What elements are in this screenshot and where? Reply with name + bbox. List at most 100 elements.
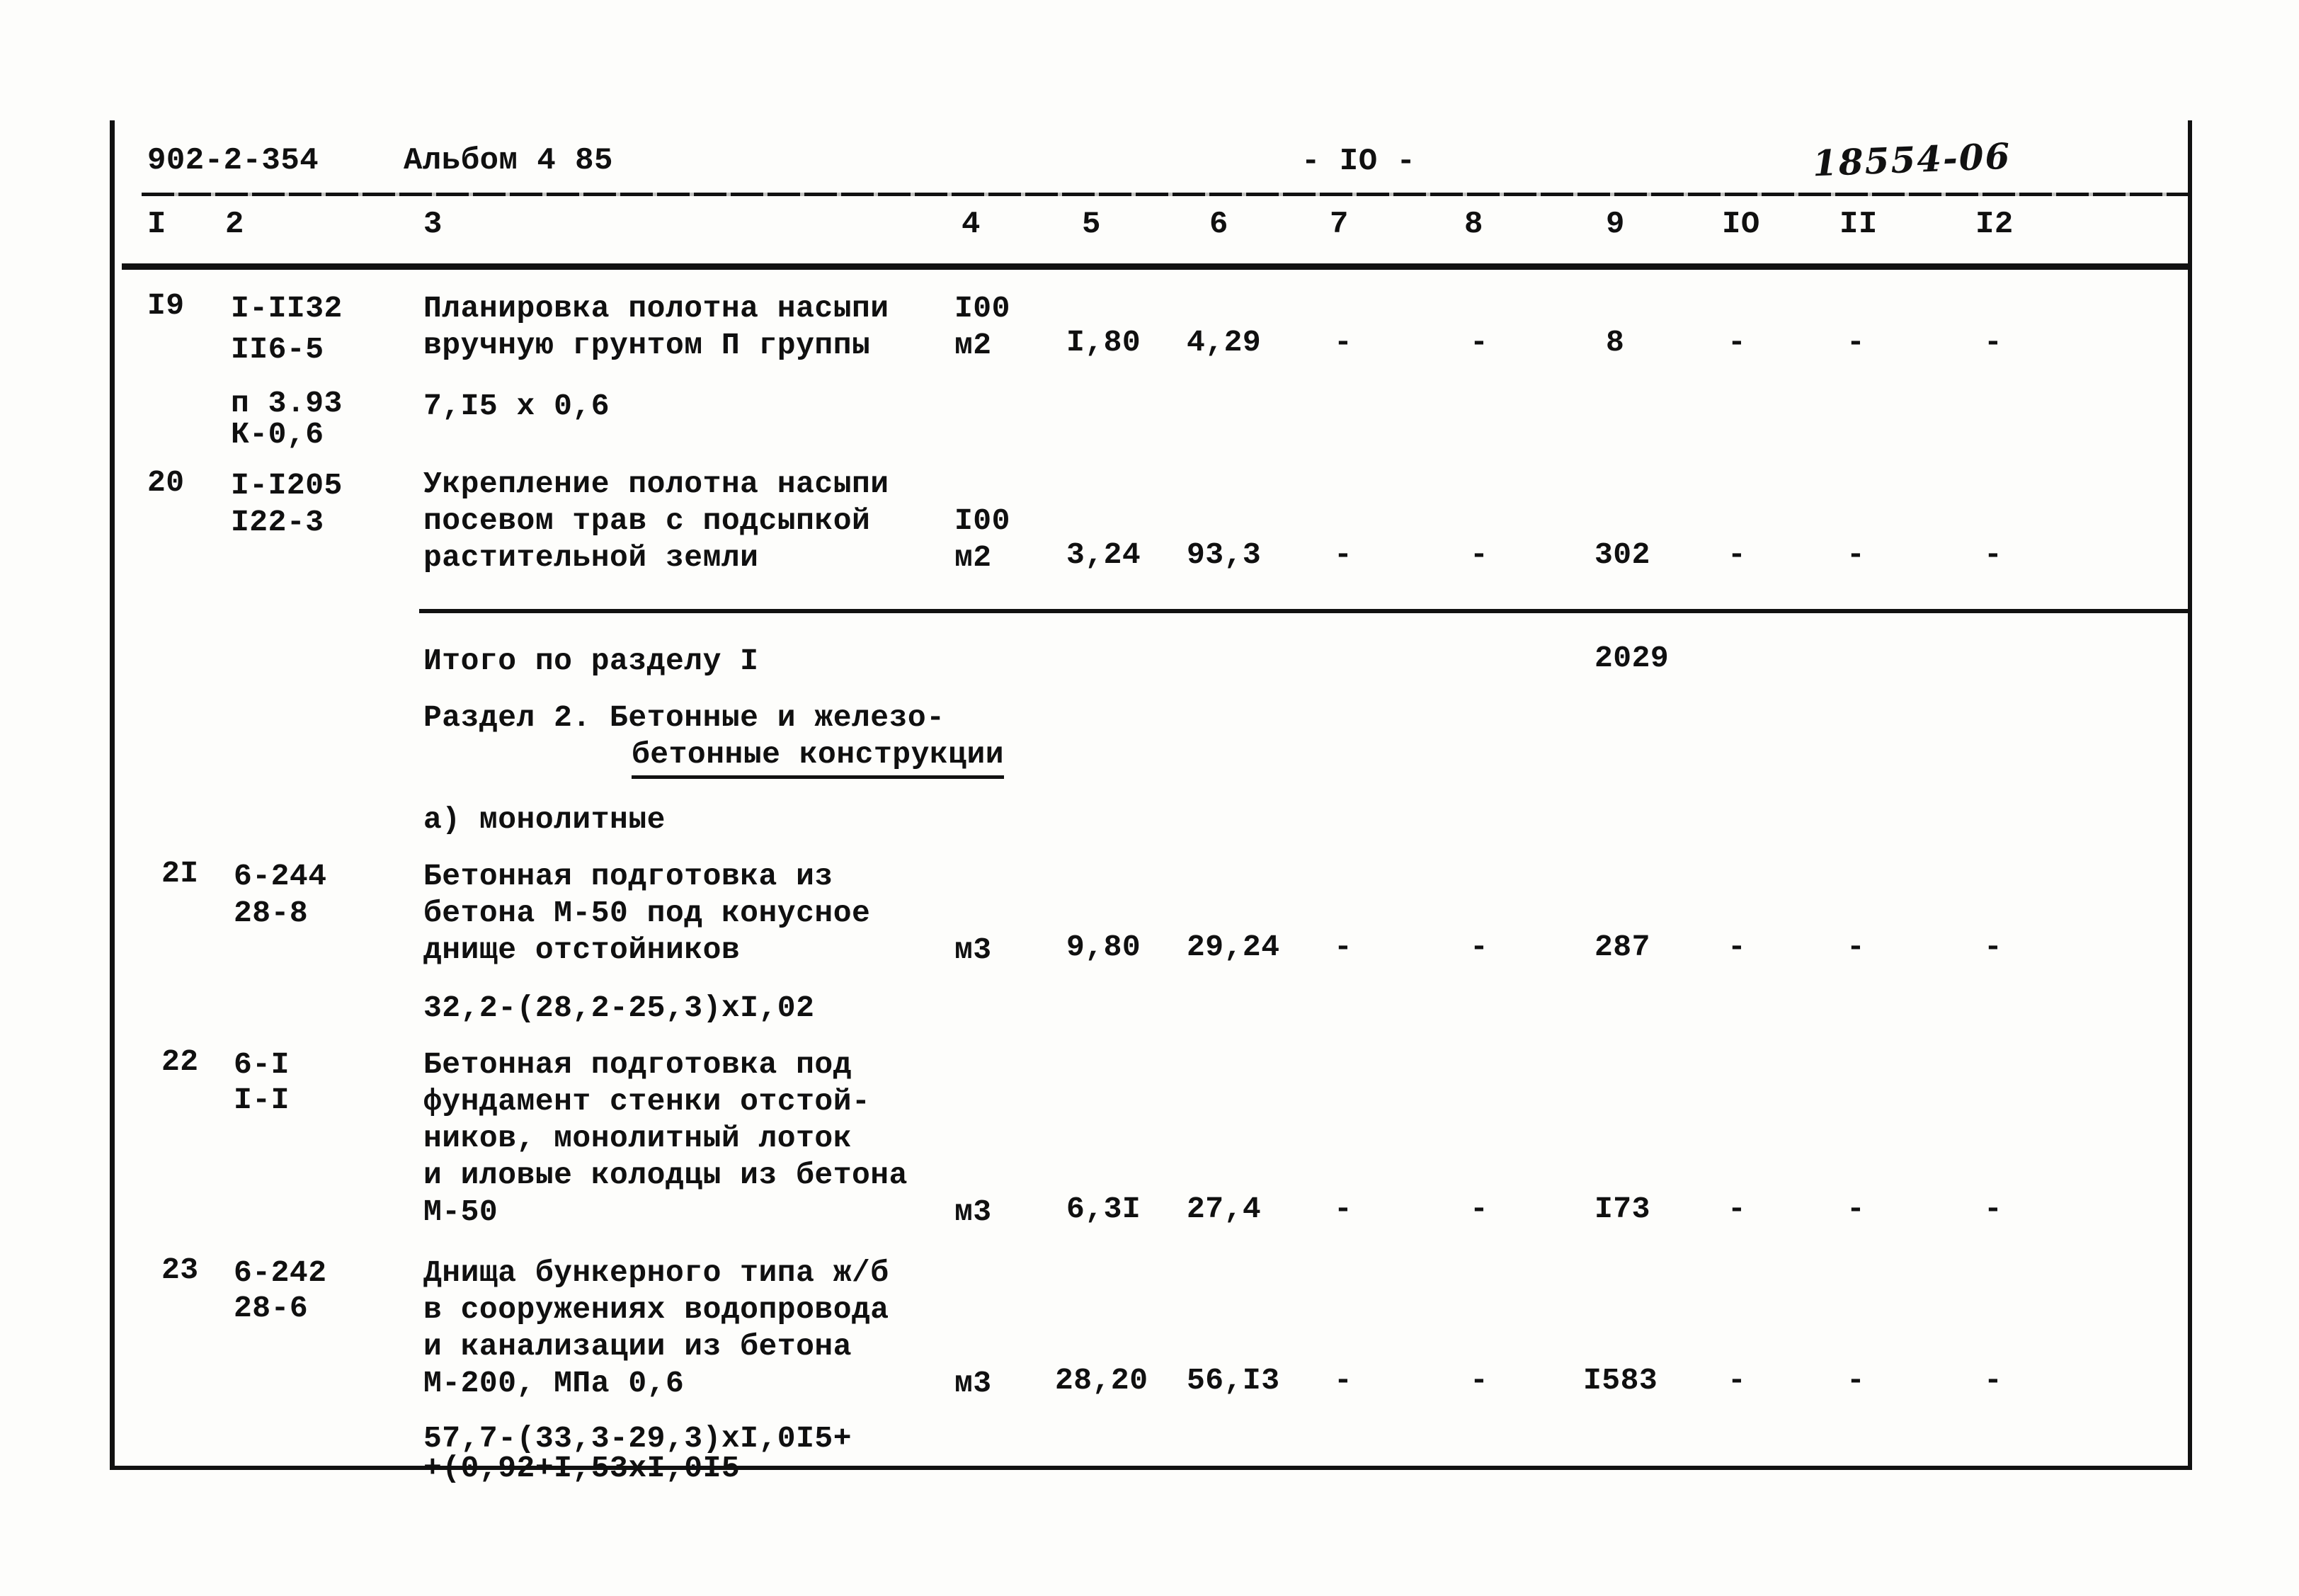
row-unit-measure: м2 (954, 328, 992, 363)
row-description-line-1: Днища бункерного типа ж/б (423, 1255, 889, 1290)
row-col9-value: 302 (1595, 537, 1650, 572)
row-description-line-5: М-50 (423, 1195, 498, 1229)
column-number-2: 2 (225, 207, 244, 242)
row-code-secondary: I22-3 (231, 505, 324, 540)
album-label: Альбом 4 85 (404, 143, 613, 178)
column-number-4: 4 (962, 207, 981, 242)
row-description-line-2: посевом трав с подсыпкой (423, 503, 871, 538)
row-description-line-1: Бетонная подготовка под (423, 1047, 852, 1082)
row-unit-measure: м3 (954, 1195, 992, 1229)
row-col12-value: - (1984, 325, 2003, 360)
row-description-line-3: и канализации из бетона (423, 1329, 852, 1364)
row-col10-value: - (1728, 1363, 1747, 1398)
row-col5-value: 6,3I (1066, 1192, 1141, 1226)
row-description-line-1: Бетонная подготовка из (423, 859, 833, 894)
row-col8-value: - (1470, 537, 1489, 572)
row-col11-value: - (1847, 1363, 1866, 1398)
row-col12-value: - (1984, 1363, 2003, 1398)
column-header-divider-rule (122, 263, 2188, 270)
row-col8-value: - (1470, 1192, 1489, 1226)
row-col6-value: 56,I3 (1187, 1363, 1280, 1398)
row-col7-value: - (1334, 930, 1353, 964)
column-number-6: 6 (1209, 207, 1228, 242)
page-frame-left-border (110, 120, 115, 1469)
row-code-secondary: 28-6 (234, 1291, 309, 1326)
row-description-line-3: ников, монолитный лоток (423, 1121, 852, 1156)
row-col12-value: - (1984, 1192, 2003, 1226)
row-number: 22 (161, 1044, 199, 1079)
column-number-3: 3 (423, 207, 443, 242)
row-unit-quantity: I00 (954, 503, 1010, 538)
row-code-primary: 6-244 (234, 859, 327, 894)
row-code-primary: I-I205 (231, 468, 343, 503)
row-description-line-2: вручную грунтом П группы (423, 328, 871, 363)
row-col6-value: 93,3 (1187, 537, 1262, 572)
row-code-primary: I-II32 (231, 291, 343, 326)
row-formula-line-1: 32,2-(28,2-25,3)хI,02 (423, 991, 815, 1025)
row-description-line-3: днище отстойников (423, 933, 741, 967)
row-number: 23 (161, 1253, 199, 1287)
row-code-secondary: II6-5 (231, 332, 324, 367)
row-unit-quantity: I00 (954, 291, 1010, 326)
row-col9-value: I583 (1583, 1363, 1658, 1398)
row-col10-value: - (1728, 537, 1747, 572)
column-number-1: I (147, 207, 166, 242)
row-col5-value: 9,80 (1066, 930, 1141, 964)
section-total-value: 2029 (1595, 641, 1670, 676)
subsection-label: а) монолитные (423, 802, 666, 837)
page-number: - IO - (1301, 144, 1416, 179)
row-col10-value: - (1728, 325, 1747, 360)
row-col5-value: I,80 (1066, 325, 1141, 360)
column-number-8: 8 (1464, 207, 1483, 242)
row-description-line-4: и иловые колодцы из бетона (423, 1158, 908, 1192)
row-code-secondary: 28-8 (234, 896, 309, 930)
column-number-5: 5 (1082, 207, 1101, 242)
row-col5-value: 3,24 (1066, 537, 1141, 572)
row-description-line-1: Укрепление полотна насыпи (423, 467, 889, 501)
row-description-line-2: фундамент стенки отстой- (423, 1084, 871, 1119)
column-number-11: II (1839, 207, 1878, 242)
row-description-line-1: Планировка полотна насыпи (423, 291, 889, 326)
column-number-9: 9 (1606, 207, 1625, 242)
row-unit-measure: м3 (954, 933, 992, 967)
section-divider-rule (419, 609, 2188, 613)
row-unit-measure: м3 (954, 1366, 992, 1401)
row-code-primary: 6-I (234, 1047, 290, 1082)
row-col12-value: - (1984, 537, 2003, 572)
row-col9-value: I73 (1595, 1192, 1650, 1226)
column-number-12: I2 (1975, 207, 2014, 242)
row-col11-value: - (1847, 930, 1866, 964)
document-page: 902-2-354 Альбом 4 85 - IO - 18554-06 I … (0, 0, 2299, 1596)
row-number: 20 (147, 465, 185, 500)
row-col8-value: - (1470, 325, 1489, 360)
header-divider-rule (142, 193, 2188, 196)
row-formula-line-2: +(0,92+I,53хI,0I5 (423, 1451, 741, 1486)
column-number-7: 7 (1330, 207, 1349, 242)
row-number: I9 (147, 288, 185, 323)
section-total-label: Итого по разделу I (423, 644, 759, 678)
row-col7-value: - (1334, 1192, 1353, 1226)
row-description-line-3: растительной земли (423, 540, 759, 575)
row-number: 2I (161, 856, 199, 891)
row-col9-value: 287 (1595, 930, 1650, 964)
row-col8-value: - (1470, 1363, 1489, 1398)
row-col11-value: - (1847, 1192, 1866, 1226)
row-col7-value: - (1334, 1363, 1353, 1398)
row-col5-value: 28,20 (1055, 1363, 1148, 1398)
row-col11-value: - (1847, 537, 1866, 572)
column-number-10: IO (1722, 207, 1760, 242)
section-title-line-1: Раздел 2. Бетонные и железо- (423, 700, 945, 735)
row-col10-value: - (1728, 1192, 1747, 1226)
row-col8-value: - (1470, 930, 1489, 964)
archive-stamp: 18554-06 (1811, 135, 2012, 185)
row-description-line-2: бетона М-50 под конусное (423, 896, 871, 930)
row-description-line-2: в сооружениях водопровода (423, 1292, 889, 1327)
project-code: 902-2-354 (147, 143, 319, 178)
row-col7-value: - (1334, 537, 1353, 572)
row-col6-value: 29,24 (1187, 930, 1280, 964)
page-frame-right-border (2188, 120, 2192, 1469)
row-formula-line-1: 7,I5 х 0,6 (423, 389, 610, 423)
row-col6-value: 4,29 (1187, 325, 1262, 360)
page-frame-bottom-border (110, 1466, 2192, 1470)
row-code-secondary: I-I (234, 1083, 290, 1117)
